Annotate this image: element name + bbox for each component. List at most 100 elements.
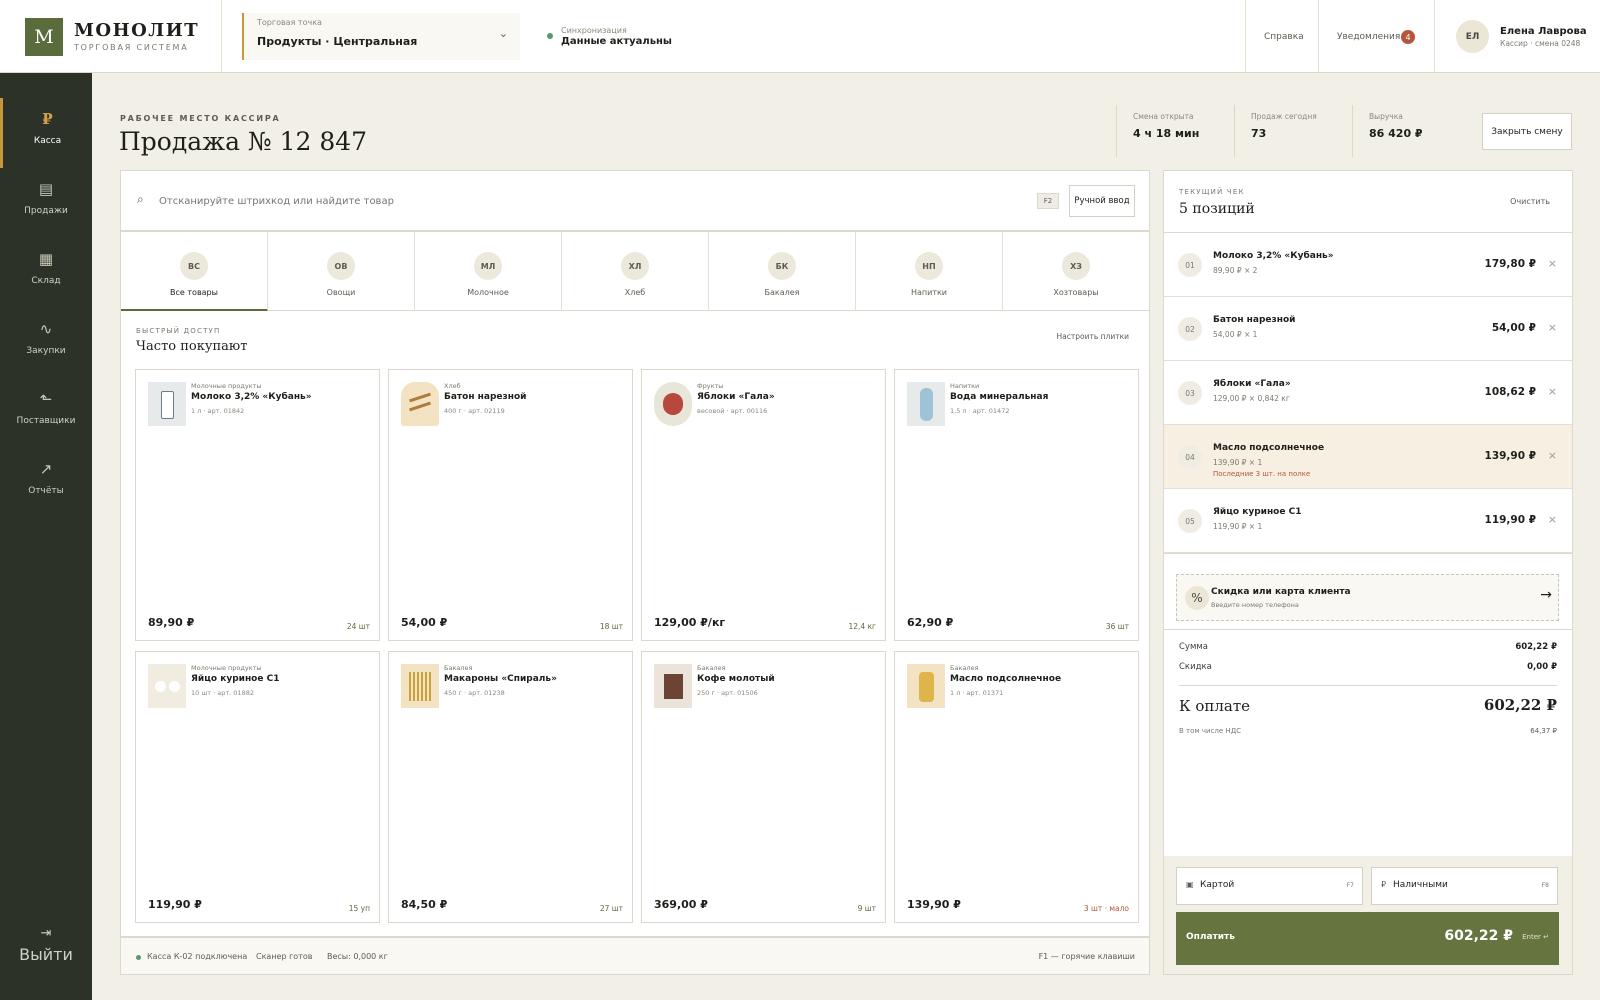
category-label: Молочное (467, 288, 509, 297)
product-name: Яблоки «Гала» (697, 392, 775, 402)
remove-item-icon[interactable]: × (1548, 321, 1557, 334)
quick-eyebrow: БЫСТРЫЙ ДОСТУП (136, 327, 221, 335)
product-name: Батон нарезной (444, 392, 527, 402)
discount-title: Скидка или карта клиента (1211, 587, 1351, 597)
stat-value: 86 420 ₽ (1369, 127, 1423, 140)
receipt-item[interactable]: 01 Молоко 3,2% «Кубань» 89,90 ₽ × 2 179,80 … (1164, 233, 1572, 297)
receipt-item[interactable]: 04 Масло подсолнечное 139,90 ₽ × 1 Последни… (1164, 425, 1572, 489)
product-stock: 36 шт (1105, 622, 1129, 631)
receipt-item[interactable]: 05 Яйцо куриное С1 119,90 ₽ × 1 119,90 ₽ × (1164, 489, 1572, 553)
item-quantity: 119,90 ₽ × 1 (1213, 522, 1263, 531)
total-label: К оплате (1179, 697, 1251, 715)
pay-button[interactable]: Оплатить 602,22 ₽ Enter ↵ (1176, 912, 1559, 965)
reports-icon: ↗ (39, 460, 53, 478)
category-label: Напитки (910, 288, 948, 297)
category-tab[interactable]: ХЗ Хозтовары (1003, 232, 1149, 312)
category-tab[interactable]: ХЛ Хлеб (562, 232, 709, 312)
notifications-link[interactable]: Уведомления (1337, 32, 1400, 42)
category-tab[interactable]: ОВ Овощи (268, 232, 415, 312)
product-card[interactable]: Бакалея Макароны «Спираль» 450 г · арт. 01… (388, 651, 633, 923)
sidebar-item-sales[interactable]: ▤ Продажи (0, 168, 92, 238)
receipt-item[interactable]: 03 Яблоки «Гала» 129,00 ₽ × 0,842 кг 108,62… (1164, 361, 1572, 425)
product-price: 119,90 ₽ (148, 898, 202, 911)
product-category: Молочные продукты (191, 664, 262, 672)
category-tab[interactable]: МЛ Молочное (415, 232, 562, 312)
item-name: Масло подсолнечное (1213, 443, 1325, 453)
sidebar-item-label: Отчёты (28, 486, 64, 496)
remove-item-icon[interactable]: × (1548, 385, 1557, 398)
receipt-item[interactable]: 02 Батон нарезной 54,00 ₽ × 1 54,00 ₽ × (1164, 297, 1572, 361)
product-image (654, 382, 692, 426)
clear-receipt-button[interactable]: Очистить (1510, 197, 1550, 206)
product-meta: 250 г · арт. 01506 (697, 689, 758, 697)
configure-tiles-link[interactable]: Настроить плитки (1057, 332, 1129, 341)
discount-hint: Введите номер телефона (1211, 601, 1299, 609)
product-image (148, 382, 186, 426)
stat-revenue: Выручка 86 420 ₽ (1369, 112, 1423, 140)
item-name: Батон нарезной (1213, 315, 1296, 325)
help-link[interactable]: Справка (1264, 32, 1304, 42)
receipt-eyebrow: ТЕКУЩИЙ ЧЕК (1179, 188, 1245, 196)
product-card[interactable]: Бакалея Масло подсолнечное 1 л · арт. 0137… (894, 651, 1139, 923)
product-name: Молоко 3,2% «Кубань» (191, 392, 312, 402)
sidebar-item-purchases[interactable]: ∿ Закупки (0, 308, 92, 378)
store-selector[interactable]: Торговая точка Продукты · Центральная ⌄ (242, 13, 520, 60)
product-card[interactable]: Молочные продукты Яйцо куриное С1 10 шт · … (135, 651, 380, 923)
remove-item-icon[interactable]: × (1548, 257, 1557, 270)
sidebar-item-label: Склад (31, 276, 61, 286)
product-card[interactable]: Бакалея Кофе молотый 250 г · арт. 01506 369… (641, 651, 886, 923)
discount-label: Скидка (1179, 662, 1212, 672)
category-badge: БК (768, 252, 796, 280)
category-tab[interactable]: ВС Все товары (121, 232, 268, 312)
item-number: 03 (1178, 381, 1202, 405)
quick-title: Часто покупают (136, 339, 248, 354)
category-label: Овощи (326, 288, 356, 297)
product-meta: 1 л · арт. 01842 (191, 407, 245, 415)
page-eyebrow: РАБОЧЕЕ МЕСТО КАССИРА (120, 114, 281, 123)
suppliers-icon: ⬑ (39, 390, 53, 408)
category-badge: ХЗ (1062, 252, 1090, 280)
product-price: 129,00 ₽/кг (654, 616, 726, 629)
sidebar-item-reports[interactable]: ↗ Отчёты (0, 448, 92, 518)
product-card[interactable]: Молочные продукты Молоко 3,2% «Кубань» 1 л… (135, 369, 380, 641)
item-name: Яйцо куриное С1 (1213, 507, 1302, 517)
close-shift-button[interactable]: Закрыть смену (1482, 113, 1572, 150)
discount-card-input[interactable]: % Скидка или карта клиента Введите номер… (1176, 574, 1559, 621)
category-tab[interactable]: НП Напитки (856, 232, 1003, 312)
search-input[interactable] (159, 189, 999, 213)
sidebar-item-suppliers[interactable]: ⬑ Поставщики (0, 378, 92, 448)
remove-item-icon[interactable]: × (1548, 513, 1557, 526)
manual-entry-button[interactable]: Ручной ввод (1069, 185, 1135, 217)
sidebar-item-warehouse[interactable]: ▦ Склад (0, 238, 92, 308)
product-stock: 18 шт (599, 622, 623, 631)
remove-item-icon[interactable]: × (1548, 449, 1557, 462)
card-icon: ▣ (1186, 880, 1194, 889)
category-label: Бакалея (764, 288, 800, 297)
pay-card-button[interactable]: ▣ Картой F7 (1176, 867, 1363, 905)
product-stock: 3 шт · мало (1083, 904, 1129, 913)
sidebar-item-cashier[interactable]: ₽ Касса (0, 98, 92, 168)
item-warning: Последние 3 шт. на полке (1213, 470, 1311, 478)
product-card[interactable]: Напитки Вода минеральная 1,5 л · арт. 0147… (894, 369, 1139, 641)
item-price: 54,00 ₽ (1491, 322, 1536, 334)
logout-button[interactable]: ⇥ Выйти (0, 926, 92, 964)
top-bar: М МОНОЛИТ ТОРГОВАЯ СИСТЕМА Торговая точк… (0, 0, 1600, 73)
avatar[interactable]: ЕЛ (1456, 20, 1489, 53)
category-tab[interactable]: БК Бакалея (709, 232, 856, 312)
pay-card-label: Картой (1200, 880, 1235, 890)
product-meta: 1 л · арт. 01371 (950, 689, 1004, 697)
pay-cash-button[interactable]: ₽ Наличными F8 (1371, 867, 1558, 905)
warehouse-icon: ▦ (38, 250, 54, 268)
product-price: 139,90 ₽ (907, 898, 961, 911)
product-name: Яйцо куриное С1 (191, 674, 280, 684)
product-card[interactable]: Хлеб Батон нарезной 400 г · арт. 02119 54,0… (388, 369, 633, 641)
product-category: Фрукты (697, 382, 724, 390)
product-price: 54,00 ₽ (401, 616, 448, 629)
product-card[interactable]: Фрукты Яблоки «Гала» весовой · арт. 00116 1… (641, 369, 886, 641)
chevron-down-icon: ⌄ (498, 27, 508, 40)
item-name: Яблоки «Гала» (1213, 379, 1291, 389)
search-icon: ⌕ (137, 192, 144, 206)
sidebar-item-label: Касса (33, 136, 62, 146)
item-price: 108,62 ₽ (1484, 386, 1536, 398)
hotkeys-hint[interactable]: F1 — горячие клавиши (1039, 952, 1135, 961)
